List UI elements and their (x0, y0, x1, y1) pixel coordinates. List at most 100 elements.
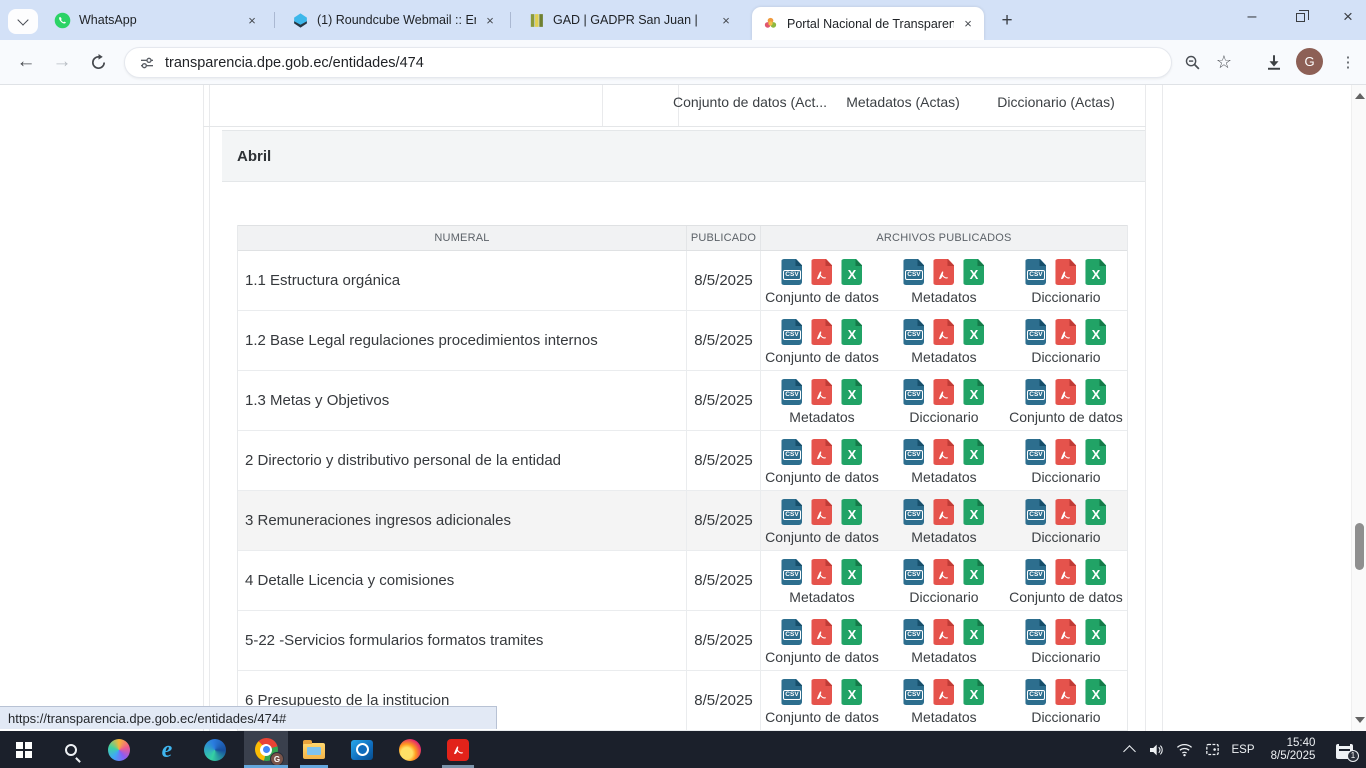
scroll-up-arrow[interactable] (1352, 89, 1366, 103)
pdf-file-icon[interactable] (811, 319, 832, 345)
window-close-button[interactable]: × (1332, 0, 1364, 34)
zoom-indicator-icon[interactable] (1180, 50, 1204, 74)
pdf-file-icon[interactable] (811, 379, 832, 405)
xls-file-icon[interactable]: X (841, 439, 862, 465)
tab-close-icon[interactable]: × (960, 16, 976, 32)
pdf-file-icon[interactable] (933, 259, 954, 285)
xls-file-icon[interactable]: X (1085, 559, 1106, 585)
window-restore-button[interactable] (1284, 0, 1316, 34)
csv-file-icon[interactable]: CSV (903, 499, 924, 525)
pdf-file-icon[interactable] (933, 679, 954, 705)
csv-file-icon[interactable]: CSV (903, 319, 924, 345)
xls-file-icon[interactable]: X (963, 379, 984, 405)
pdf-file-icon[interactable] (933, 499, 954, 525)
csv-file-icon[interactable]: CSV (781, 559, 802, 585)
xls-file-icon[interactable]: X (963, 679, 984, 705)
csv-file-icon[interactable]: CSV (903, 619, 924, 645)
csv-file-icon[interactable]: CSV (1025, 619, 1046, 645)
xls-file-icon[interactable]: X (841, 619, 862, 645)
csv-file-icon[interactable]: CSV (903, 259, 924, 285)
start-button[interactable] (2, 731, 46, 768)
tab-portal-transparencia[interactable]: Portal Nacional de Transparenci × (752, 7, 984, 40)
new-tab-button[interactable]: + (994, 8, 1020, 34)
csv-file-icon[interactable]: CSV (1025, 679, 1046, 705)
pdf-file-icon[interactable] (1055, 679, 1076, 705)
pdf-file-icon[interactable] (811, 439, 832, 465)
tab-roundcube[interactable]: (1) Roundcube Webmail :: Entra × (282, 0, 506, 40)
csv-file-icon[interactable]: CSV (781, 259, 802, 285)
csv-file-icon[interactable]: CSV (781, 379, 802, 405)
tab-close-icon[interactable]: × (244, 12, 260, 28)
csv-file-icon[interactable]: CSV (781, 499, 802, 525)
url-input[interactable] (165, 55, 1065, 71)
xls-file-icon[interactable]: X (1085, 319, 1106, 345)
clock[interactable]: 15:408/5/2025 (1260, 737, 1326, 763)
pdf-file-icon[interactable] (1055, 319, 1076, 345)
page-scrollbar[interactable] (1351, 85, 1366, 731)
tab-search-button[interactable] (8, 9, 38, 34)
xls-file-icon[interactable]: X (1085, 439, 1106, 465)
tray-display-button[interactable] (1198, 741, 1226, 758)
pdf-file-icon[interactable] (933, 379, 954, 405)
tab-whatsapp[interactable]: WhatsApp × (44, 0, 268, 40)
taskbar-outlook-button[interactable] (340, 731, 384, 768)
taskbar-acrobat-button[interactable] (436, 731, 480, 768)
xls-file-icon[interactable]: X (841, 259, 862, 285)
tab-gad[interactable]: GAD | GADPR San Juan | × (518, 0, 742, 40)
browser-menu-icon[interactable]: ⋮ (1340, 50, 1356, 74)
taskbar-chrome-button[interactable]: G (244, 731, 288, 768)
scroll-down-arrow[interactable] (1352, 713, 1366, 727)
xls-file-icon[interactable]: X (1085, 619, 1106, 645)
forward-button[interactable]: → (48, 48, 76, 76)
xls-file-icon[interactable]: X (841, 559, 862, 585)
csv-file-icon[interactable]: CSV (781, 319, 802, 345)
csv-file-icon[interactable]: CSV (903, 439, 924, 465)
csv-file-icon[interactable]: CSV (1025, 379, 1046, 405)
taskbar-ie-button[interactable]: e (145, 731, 189, 768)
tab-close-icon[interactable]: × (482, 12, 498, 28)
pdf-file-icon[interactable] (933, 559, 954, 585)
csv-file-icon[interactable]: CSV (781, 439, 802, 465)
pdf-file-icon[interactable] (1055, 619, 1076, 645)
window-minimize-button[interactable]: – (1236, 0, 1268, 34)
csv-file-icon[interactable]: CSV (903, 379, 924, 405)
xls-file-icon[interactable]: X (963, 259, 984, 285)
pdf-file-icon[interactable] (933, 619, 954, 645)
back-button[interactable]: ← (12, 48, 40, 76)
taskbar-search-button[interactable] (49, 731, 93, 768)
xls-file-icon[interactable]: X (841, 679, 862, 705)
language-indicator[interactable]: ESP (1226, 744, 1260, 756)
bookmark-star-icon[interactable]: ☆ (1212, 50, 1236, 74)
xls-file-icon[interactable]: X (1085, 259, 1106, 285)
csv-file-icon[interactable]: CSV (1025, 319, 1046, 345)
xls-file-icon[interactable]: X (841, 319, 862, 345)
xls-file-icon[interactable]: X (841, 499, 862, 525)
pdf-file-icon[interactable] (811, 259, 832, 285)
pdf-file-icon[interactable] (1055, 439, 1076, 465)
scrollbar-thumb[interactable] (1355, 523, 1364, 570)
xls-file-icon[interactable]: X (841, 379, 862, 405)
csv-file-icon[interactable]: CSV (1025, 259, 1046, 285)
address-bar[interactable] (124, 47, 1172, 78)
csv-file-icon[interactable]: CSV (1025, 559, 1046, 585)
xls-file-icon[interactable]: X (1085, 679, 1106, 705)
tray-volume-button[interactable] (1142, 742, 1170, 758)
pdf-file-icon[interactable] (811, 499, 832, 525)
pdf-file-icon[interactable] (1055, 499, 1076, 525)
csv-file-icon[interactable]: CSV (781, 619, 802, 645)
xls-file-icon[interactable]: X (963, 439, 984, 465)
pdf-file-icon[interactable] (811, 559, 832, 585)
pdf-file-icon[interactable] (933, 319, 954, 345)
pdf-file-icon[interactable] (1055, 379, 1076, 405)
xls-file-icon[interactable]: X (963, 619, 984, 645)
pdf-file-icon[interactable] (811, 679, 832, 705)
tray-expand-button[interactable] (1116, 743, 1142, 756)
profile-avatar[interactable]: G (1296, 48, 1323, 75)
downloads-icon[interactable] (1262, 50, 1286, 74)
pdf-file-icon[interactable] (1055, 259, 1076, 285)
pdf-file-icon[interactable] (811, 619, 832, 645)
csv-file-icon[interactable]: CSV (1025, 439, 1046, 465)
csv-file-icon[interactable]: CSV (903, 679, 924, 705)
table-row[interactable]: 3 Remuneraciones ingresos adicionales8/5… (238, 491, 1127, 551)
csv-file-icon[interactable]: CSV (903, 559, 924, 585)
